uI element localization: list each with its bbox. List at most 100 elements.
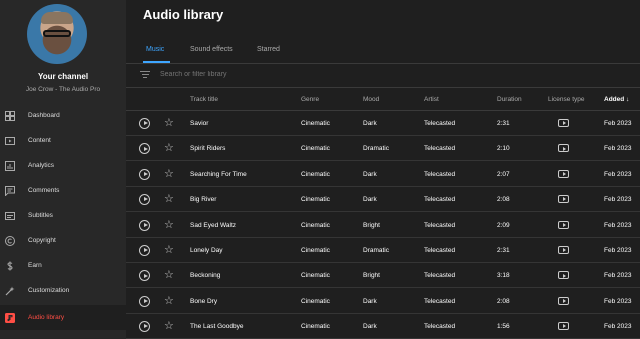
mood-cell: Bright <box>363 272 380 280</box>
star-icon[interactable]: ☆ <box>164 218 174 231</box>
license-icon[interactable] <box>558 322 569 331</box>
tab-music[interactable]: Music <box>146 46 164 53</box>
mood-cell: Dramatic <box>363 247 390 254</box>
mood-cell: Dark <box>363 120 377 127</box>
added-cell: Feb 2023 <box>604 323 632 331</box>
genre-cell: Cinematic <box>301 323 330 331</box>
avatar-glasses <box>43 30 71 37</box>
table-row[interactable]: ☆ Beckoning Cinematic Bright Telecasted 3:18 F… <box>126 263 640 289</box>
star-icon[interactable]: ☆ <box>164 243 174 256</box>
table-row[interactable]: ☆ Bone Dry Cinematic Dark Telecasted 2:08 Feb … <box>126 289 640 314</box>
table-row[interactable]: ☆ Spirit Riders Cinematic Dramatic Telecaste… <box>126 136 640 162</box>
star-icon[interactable]: ☆ <box>164 167 174 180</box>
genre-cell: Cinematic <box>301 221 330 229</box>
track-title: Savior <box>190 120 209 127</box>
mood-cell: Dark <box>363 196 377 204</box>
sidebar-item-label: Dashboard <box>28 112 60 119</box>
mood-cell: Dark <box>363 297 377 305</box>
column-header-track-title[interactable]: Track title <box>190 96 218 103</box>
table-row[interactable]: ☆ Sad Eyed Waltz Cinematic Bright Telecasted… <box>126 213 640 238</box>
filter-icon[interactable] <box>140 71 150 79</box>
tab-sound-effects[interactable]: Sound effects <box>190 46 233 53</box>
sidebar: Your channel Joe Crow - The Audio Pro Da… <box>0 0 126 339</box>
added-cell: Feb 2023 <box>604 170 632 178</box>
sidebar-item-audio-library[interactable]: Audio library <box>0 305 126 330</box>
mood-cell: Dramatic <box>363 145 390 153</box>
added-cell: Feb 2023 <box>604 145 632 153</box>
star-icon[interactable]: ☆ <box>164 294 174 307</box>
play-icon[interactable] <box>139 194 150 206</box>
track-title: The Last Goodbye <box>190 323 244 331</box>
tab-starred[interactable]: Starred <box>257 46 280 53</box>
license-icon[interactable] <box>558 195 569 204</box>
license-icon[interactable] <box>558 169 569 178</box>
track-title: Sad Eyed Waltz <box>190 221 237 229</box>
sidebar-item-comments[interactable]: Comments <box>0 178 126 203</box>
search-input[interactable] <box>160 71 460 78</box>
page-title: Audio library <box>143 7 224 22</box>
avatar-hair <box>41 12 73 24</box>
license-icon[interactable] <box>558 119 569 127</box>
sidebar-item-customization[interactable]: Customization <box>0 278 126 303</box>
play-icon[interactable] <box>139 245 150 256</box>
column-header-license-type[interactable]: License type <box>548 96 585 103</box>
artist-cell: Telecasted <box>424 145 456 153</box>
star-icon[interactable]: ☆ <box>164 319 174 332</box>
sidebar-item-content[interactable]: Content <box>0 128 126 153</box>
license-icon[interactable] <box>558 220 569 229</box>
license-icon[interactable] <box>558 246 569 254</box>
table-row[interactable]: ☆ The Last Goodbye Cinematic Dark Telecasted… <box>126 314 640 339</box>
table-row[interactable]: ☆ Lonely Day Cinematic Dramatic Telecasted 2:… <box>126 238 640 263</box>
play-icon[interactable] <box>139 270 150 282</box>
sidebar-item-earn[interactable]: Earn <box>0 253 126 278</box>
analytics-icon <box>5 160 15 171</box>
star-icon[interactable]: ☆ <box>164 268 174 281</box>
license-icon[interactable] <box>558 296 569 305</box>
table-row[interactable]: ☆ Savior Cinematic Dark Telecasted 2:31 Feb 20… <box>126 111 640 136</box>
added-cell: Feb 2023 <box>604 196 632 204</box>
sidebar-item-subtitles[interactable]: Subtitles <box>0 203 126 228</box>
avatar[interactable] <box>27 4 87 64</box>
artist-cell: Telecasted <box>424 221 456 229</box>
track-title: Bone Dry <box>190 297 218 305</box>
copyright-icon <box>5 235 15 246</box>
sidebar-item-dashboard[interactable]: Dashboard <box>0 103 126 128</box>
sidebar-item-label: Audio library <box>28 314 65 321</box>
license-icon[interactable] <box>558 144 569 153</box>
column-header-duration[interactable]: Duration <box>497 96 522 103</box>
sidebar-item-label: Customization <box>28 287 70 294</box>
column-header-genre[interactable]: Genre <box>301 96 319 103</box>
comments-icon <box>5 185 15 196</box>
duration-cell: 1:56 <box>497 323 510 331</box>
star-icon[interactable]: ☆ <box>164 141 174 154</box>
play-icon[interactable] <box>139 219 150 231</box>
artist-cell: Telecasted <box>424 170 456 178</box>
duration-cell: 2:07 <box>497 170 510 178</box>
column-header-mood[interactable]: Mood <box>363 96 379 103</box>
sidebar-item-label: Comments <box>28 187 60 194</box>
divider <box>126 87 640 88</box>
duration-cell: 2:31 <box>497 120 510 127</box>
column-header-added[interactable]: Added ↓ <box>604 96 629 103</box>
track-title: Beckoning <box>190 272 221 280</box>
genre-cell: Cinematic <box>301 247 330 254</box>
table-row[interactable]: ☆ Big River Cinematic Dark Telecasted 2:08 Feb… <box>126 187 640 213</box>
sidebar-item-analytics[interactable]: Analytics <box>0 153 126 178</box>
audio-library-icon <box>5 312 15 323</box>
star-icon[interactable]: ☆ <box>164 116 174 129</box>
column-header-artist[interactable]: Artist <box>424 96 439 103</box>
table-row[interactable]: ☆ Searching For Time Cinematic Dark Telecast… <box>126 162 640 187</box>
license-icon[interactable] <box>558 271 569 280</box>
earn-icon <box>5 261 15 271</box>
play-icon[interactable] <box>139 295 150 307</box>
artist-cell: Telecasted <box>424 247 456 254</box>
genre-cell: Cinematic <box>301 297 330 305</box>
play-icon[interactable] <box>139 168 150 180</box>
play-icon[interactable] <box>139 118 150 129</box>
play-icon[interactable] <box>139 321 150 333</box>
sidebar-item-label: Content <box>28 137 51 144</box>
play-icon[interactable] <box>139 143 150 155</box>
star-icon[interactable]: ☆ <box>164 192 174 205</box>
sidebar-item-copyright[interactable]: Copyright <box>0 228 126 253</box>
sort-arrow-icon: ↓ <box>626 96 630 103</box>
